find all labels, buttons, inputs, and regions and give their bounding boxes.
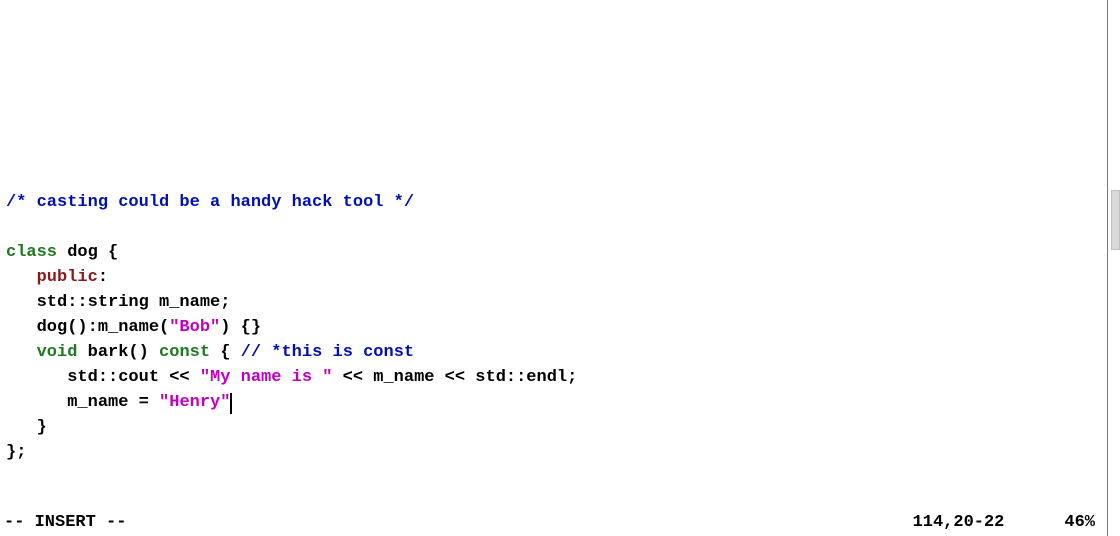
- class-name: dog {: [57, 243, 118, 262]
- string-bob: "Bob": [169, 318, 220, 337]
- member-decl: std::string m_name;: [37, 293, 231, 312]
- text-cursor: [230, 393, 232, 414]
- inline-comment: // *this is const: [241, 343, 414, 362]
- keyword-public: public: [37, 268, 98, 287]
- editor-viewport: /* casting could be a handy hack tool */…: [0, 0, 1108, 536]
- keyword-void: void: [37, 343, 78, 362]
- mode-indicator: -- INSERT --: [4, 513, 126, 532]
- scrollbar-thumb[interactable]: [1111, 190, 1120, 250]
- string-myname: "My name is ": [200, 368, 333, 387]
- comment-line: /* casting could be a handy hack tool */: [6, 193, 414, 212]
- cursor-position: 114,20-22: [913, 513, 1065, 532]
- keyword-class: class: [6, 243, 57, 262]
- status-bar: -- INSERT -- 114,20-22 46%: [4, 513, 1103, 532]
- keyword-const: const: [159, 343, 210, 362]
- string-henry: "Henry": [159, 393, 230, 412]
- ctor-pre: dog():m_name(: [37, 318, 170, 337]
- code-area[interactable]: /* casting could be a handy hack tool */…: [0, 165, 1107, 465]
- scroll-percent: 46%: [1064, 513, 1103, 532]
